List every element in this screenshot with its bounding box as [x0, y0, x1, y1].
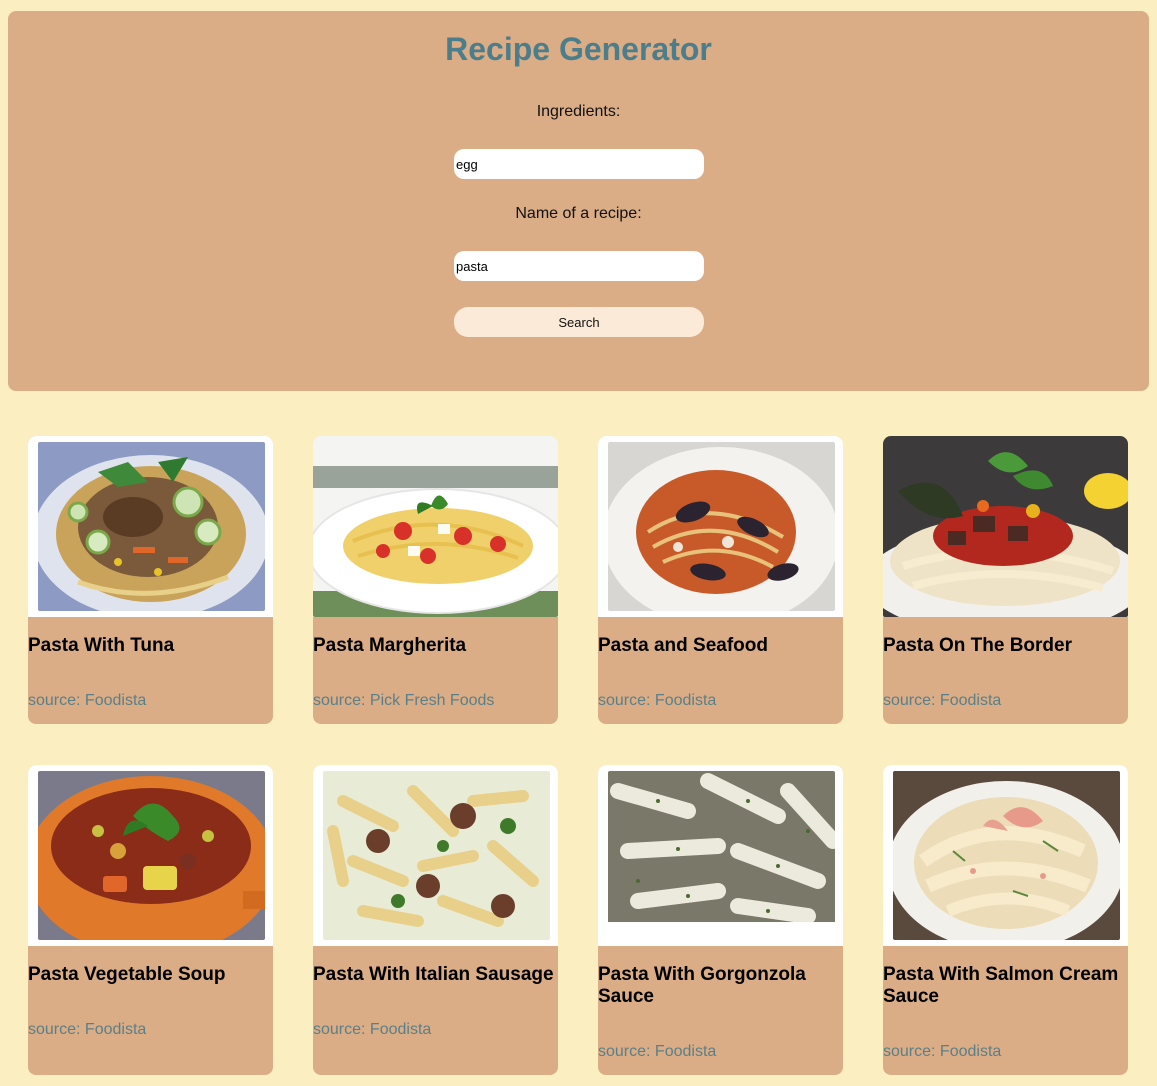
- recipe-title[interactable]: Pasta With Salmon Cream Sauce: [883, 964, 1128, 1008]
- recipe-source: source: Foodista: [598, 692, 717, 709]
- recipe-image-salmon-cream: [883, 765, 1128, 946]
- recipe-source: source: Foodista: [28, 692, 147, 709]
- search-button[interactable]: Search: [454, 307, 704, 337]
- recipe-card[interactable]: Pasta and Seafood source: Foodista: [598, 436, 843, 724]
- recipe-card[interactable]: Pasta Margherita source: Pick Fresh Food…: [313, 436, 558, 724]
- recipe-title[interactable]: Pasta Vegetable Soup: [28, 964, 273, 986]
- recipe-source: source: Pick Fresh Foods: [313, 692, 495, 709]
- recipe-title[interactable]: Pasta With Italian Sausage: [313, 964, 558, 986]
- search-panel: Recipe Generator Ingredients: Name of a …: [8, 11, 1149, 391]
- recipe-title[interactable]: Pasta and Seafood: [598, 635, 843, 657]
- recipe-name-label: Name of a recipe:: [515, 205, 642, 222]
- recipe-source: source: Foodista: [883, 692, 1002, 709]
- ingredients-label: Ingredients:: [536, 103, 621, 120]
- recipe-image-gorgonzola: [598, 765, 843, 946]
- recipe-image-margherita: [313, 436, 558, 617]
- recipe-card[interactable]: Pasta With Gorgonzola Sauce source: Food…: [598, 765, 843, 1075]
- recipe-source: source: Foodista: [313, 1021, 432, 1038]
- ingredients-input[interactable]: [454, 149, 704, 179]
- recipe-card[interactable]: Pasta With Salmon Cream Sauce source: Fo…: [883, 765, 1128, 1075]
- recipe-card[interactable]: Pasta With Tuna source: Foodista: [28, 436, 273, 724]
- recipe-title[interactable]: Pasta With Gorgonzola Sauce: [598, 964, 843, 1008]
- recipe-title[interactable]: Pasta Margherita: [313, 635, 558, 657]
- recipe-image-on-the-border: [883, 436, 1128, 617]
- recipe-name-input[interactable]: [454, 251, 704, 281]
- recipe-image-vegetable-soup: [28, 765, 273, 946]
- recipe-card[interactable]: Pasta On The Border source: Foodista: [883, 436, 1128, 724]
- recipe-image-seafood: [598, 436, 843, 617]
- recipe-card[interactable]: Pasta Vegetable Soup source: Foodista: [28, 765, 273, 1075]
- recipe-image-italian-sausage: [313, 765, 558, 946]
- recipe-image-tuna: [28, 436, 273, 617]
- recipe-grid: Pasta With Tuna source: Foodista Pasta M…: [28, 436, 1128, 1075]
- recipe-title[interactable]: Pasta With Tuna: [28, 635, 273, 657]
- page-title: Recipe Generator: [445, 31, 712, 67]
- recipe-title[interactable]: Pasta On The Border: [883, 635, 1128, 657]
- recipe-card[interactable]: Pasta With Italian Sausage source: Foodi…: [313, 765, 558, 1075]
- recipe-source: source: Foodista: [598, 1043, 717, 1060]
- recipe-source: source: Foodista: [28, 1021, 147, 1038]
- recipe-source: source: Foodista: [883, 1043, 1002, 1060]
